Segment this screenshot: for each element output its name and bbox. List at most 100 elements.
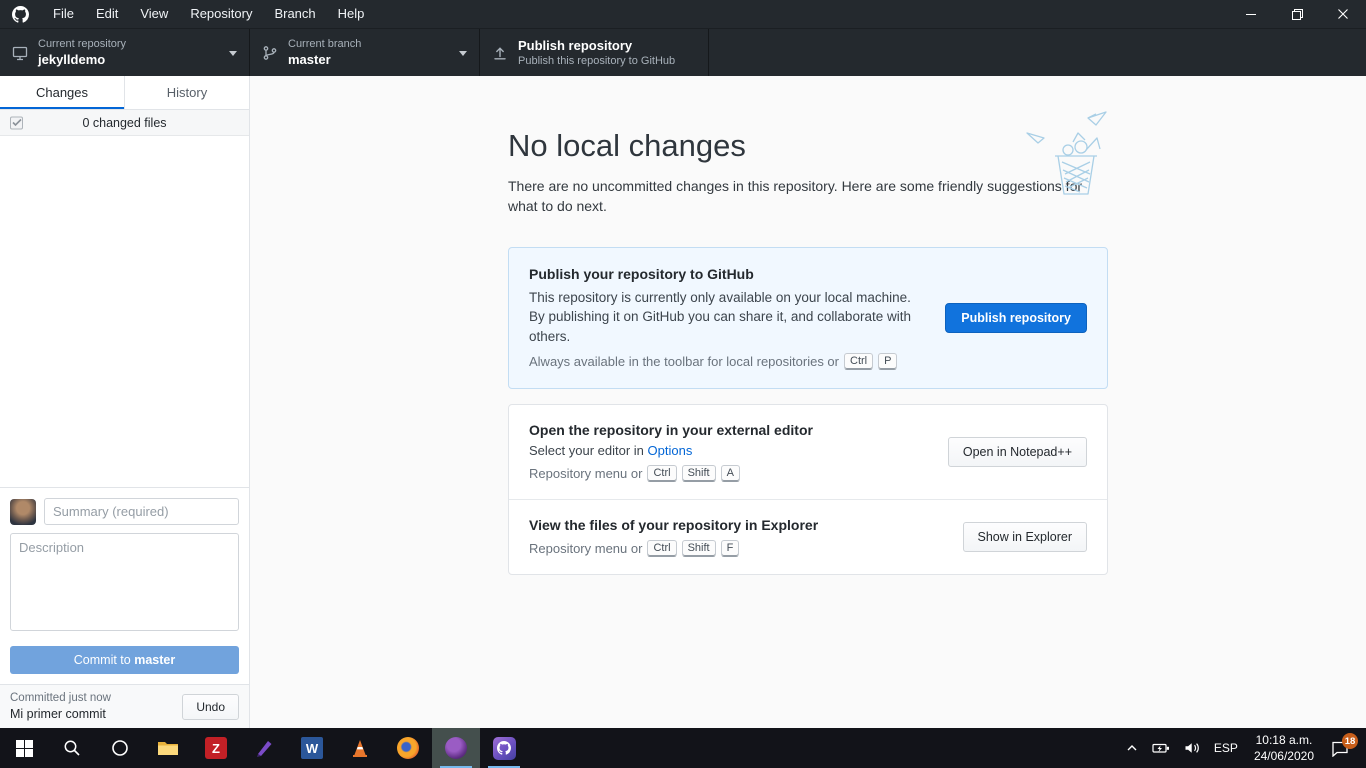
minimize-button[interactable] — [1228, 0, 1274, 28]
github-logo-icon — [12, 6, 29, 23]
taskbar-clock[interactable]: 10:18 a.m. 24/06/2020 — [1245, 732, 1323, 764]
file-explorer-button[interactable] — [144, 728, 192, 768]
tab-changes[interactable]: Changes — [0, 76, 125, 109]
start-button[interactable] — [0, 728, 48, 768]
open-in-editor-button[interactable]: Open in Notepad++ — [948, 437, 1087, 467]
current-branch-name: master — [288, 52, 451, 67]
publish-arrow-icon — [492, 45, 508, 61]
word-icon: W — [301, 737, 323, 759]
github-desktop-window: File Edit View Repository Branch Help — [0, 0, 1366, 768]
current-branch-button[interactable]: Current branch master — [250, 29, 480, 76]
avatar — [10, 499, 36, 525]
menu-repository[interactable]: Repository — [179, 0, 263, 28]
toolbar: Current repository jekylldemo Current br… — [0, 28, 1366, 76]
close-button[interactable] — [1320, 0, 1366, 28]
cone-app-button[interactable] — [336, 728, 384, 768]
purple-circle-app-icon — [445, 737, 467, 759]
firefox-button[interactable] — [384, 728, 432, 768]
hint-text: Always available in the toolbar for loca… — [529, 354, 839, 369]
changed-files-header: 0 changed files — [0, 110, 249, 136]
hidden-icons-button[interactable] — [1119, 728, 1145, 768]
github-desktop-icon — [493, 737, 516, 760]
battery-icon — [1152, 741, 1170, 755]
close-icon — [1338, 9, 1348, 19]
menu-edit[interactable]: Edit — [85, 0, 129, 28]
commit-form: Commit to master — [0, 487, 249, 684]
publish-toolbar-subtitle: Publish this repository to GitHub — [518, 55, 696, 67]
current-repository-button[interactable]: Current repository jekylldemo — [0, 29, 250, 76]
restore-icon — [1292, 9, 1303, 20]
firefox-icon — [397, 737, 419, 759]
menu-bar: File Edit View Repository Branch Help — [42, 0, 375, 28]
commit-to-master-button[interactable]: Commit to master — [10, 646, 239, 674]
menu-file[interactable]: File — [42, 0, 85, 28]
language-indicator[interactable]: ESP — [1207, 728, 1245, 768]
current-repository-name: jekylldemo — [38, 52, 221, 67]
publish-repository-toolbar-button[interactable]: Publish repository Publish this reposito… — [480, 29, 709, 76]
key-f: F — [721, 540, 740, 557]
pen-icon — [254, 738, 274, 758]
menu-view[interactable]: View — [129, 0, 179, 28]
tab-history[interactable]: History — [125, 76, 249, 109]
commit-summary-input[interactable] — [44, 498, 239, 525]
options-link[interactable]: Options — [648, 443, 693, 458]
zotero-icon: Z — [205, 737, 227, 759]
commit-status: Committed just now — [10, 692, 182, 704]
cortana-button[interactable] — [96, 728, 144, 768]
check-icon — [12, 119, 22, 127]
chevron-down-icon — [459, 51, 467, 60]
editor-select-line: Select your editor in Options — [529, 443, 924, 458]
key-shift: Shift — [682, 540, 716, 557]
editor-row-title: Open the repository in your external edi… — [529, 422, 924, 438]
purple-circle-app-button[interactable] — [432, 728, 480, 768]
volume-tray-button[interactable] — [1177, 728, 1207, 768]
suggestions-card: Open the repository in your external edi… — [508, 404, 1108, 575]
chevron-up-icon — [1126, 742, 1138, 754]
key-ctrl: Ctrl — [647, 465, 676, 482]
publish-repository-button[interactable]: Publish repository — [945, 303, 1087, 333]
orange-cone-icon — [350, 738, 370, 758]
windows-logo-icon — [16, 740, 33, 757]
no-changes-illustration — [1018, 108, 1114, 202]
key-ctrl: Ctrl — [844, 353, 873, 370]
current-repository-label: Current repository — [38, 38, 221, 50]
undo-commit-bar: Committed just now Mi primer commit Undo — [0, 684, 249, 728]
restore-button[interactable] — [1274, 0, 1320, 28]
commit-description-input[interactable] — [10, 533, 239, 631]
publish-card-hint: Always available in the toolbar for loca… — [529, 353, 921, 370]
key-p: P — [878, 353, 897, 370]
taskbar-search-button[interactable] — [48, 728, 96, 768]
sidebar-tabs: Changes History — [0, 76, 249, 110]
publish-toolbar-title: Publish repository — [518, 38, 696, 53]
window-controls — [1228, 0, 1366, 28]
select-all-checkbox[interactable] — [10, 116, 23, 129]
folder-icon — [157, 739, 179, 757]
git-branch-icon — [262, 45, 278, 61]
word-app-button[interactable]: W — [288, 728, 336, 768]
main-panel: No local changes There are no uncommitte… — [250, 76, 1366, 728]
github-desktop-button[interactable] — [480, 728, 528, 768]
menu-branch[interactable]: Branch — [263, 0, 326, 28]
undo-button[interactable]: Undo — [182, 694, 239, 720]
system-tray: ESP 10:18 a.m. 24/06/2020 18 — [1119, 728, 1366, 768]
key-ctrl: Ctrl — [647, 540, 676, 557]
select-editor-text: Select your editor in — [529, 443, 644, 458]
editor-row-hint: Repository menu or Ctrl Shift A — [529, 465, 924, 482]
explorer-row-title: View the files of your repository in Exp… — [529, 517, 939, 533]
pen-app-button[interactable] — [240, 728, 288, 768]
notification-badge: 18 — [1342, 733, 1358, 749]
action-center-button[interactable]: 18 — [1323, 728, 1362, 768]
battery-tray-button[interactable] — [1145, 728, 1177, 768]
show-in-explorer-row: View the files of your repository in Exp… — [509, 499, 1107, 574]
chevron-down-icon — [229, 51, 237, 60]
publish-card-body: This repository is currently only availa… — [529, 288, 921, 347]
speaker-icon — [1184, 741, 1200, 755]
open-editor-row: Open the repository in your external edi… — [509, 405, 1107, 499]
menu-help[interactable]: Help — [327, 0, 376, 28]
changes-list-empty — [0, 136, 249, 487]
key-shift: Shift — [682, 465, 716, 482]
show-in-explorer-button[interactable]: Show in Explorer — [963, 522, 1088, 552]
monitor-icon — [12, 45, 28, 61]
minimize-icon — [1246, 14, 1256, 15]
zotero-app-button[interactable]: Z — [192, 728, 240, 768]
